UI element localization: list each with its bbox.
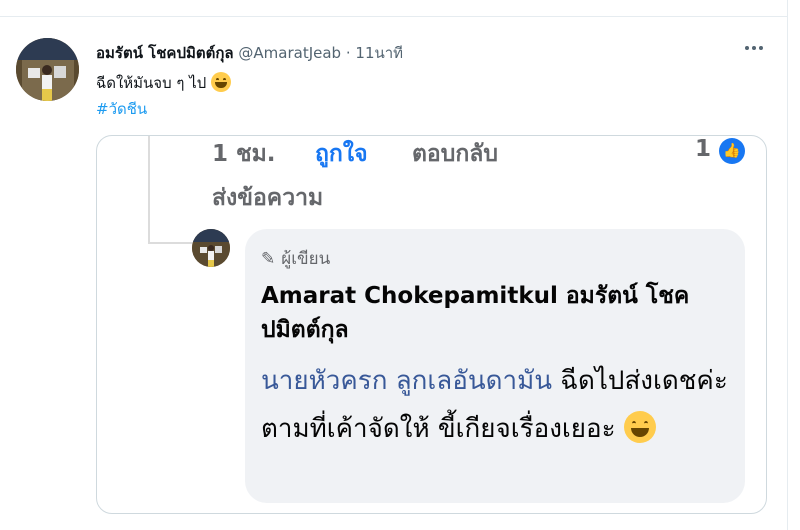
tweet-timestamp[interactable]: 11นาที — [355, 44, 403, 62]
thread-connector — [148, 242, 194, 244]
send-message-link: ส่งข้อความ — [212, 185, 324, 211]
reply-avatar — [192, 229, 230, 267]
tweet-text-content: ฉีดให้มันจบ ๆ ไป — [96, 74, 207, 92]
author-handle[interactable]: @AmaratJeab — [238, 44, 341, 62]
grinning-emoji-icon — [211, 72, 232, 92]
reaction-count: 1 — [695, 136, 712, 162]
reply-link: ตอบกลับ — [412, 141, 498, 167]
author-badge: ✎ ผู้เขียน — [261, 245, 330, 272]
reply-comment-text: นายหัวครก ลูกเลอันดามัน ฉีดไปส่งเดชค่ะ ต… — [261, 357, 741, 453]
reply-author-name: Amarat Chokepamitkul อมรัตน์ โชคปมิตต์กุ… — [261, 283, 690, 343]
reply-comment-bubble: ✎ ผู้เขียน Amarat Chokepamitkul อมรัตน์ โ… — [245, 229, 745, 503]
like-reaction-icon: 👍 — [719, 138, 745, 164]
tweet-header: อมรัตน์ โชคปมิตต์กุล @AmaratJeab · 11นาท… — [96, 41, 403, 65]
right-divider — [787, 0, 788, 530]
author-avatar[interactable] — [16, 38, 79, 101]
hashtag-link[interactable]: #วัดชีน — [96, 97, 147, 121]
top-divider — [0, 0, 788, 17]
comment-meta-row: 1 ชม. ถูกใจ ตอบกลับ — [212, 136, 498, 172]
attached-image-card[interactable]: 1 ชม. ถูกใจ ตอบกลับ 1 👍 ส่งข้อความ ✎ ผู้เ… — [96, 135, 767, 514]
thread-line — [148, 136, 150, 244]
more-icon[interactable] — [742, 38, 766, 58]
author-name[interactable]: อมรัตน์ โชคปมิตต์กุล — [96, 44, 234, 62]
comment-time: 1 ชม. — [212, 141, 276, 167]
separator: · — [345, 44, 351, 62]
author-badge-label: ผู้เขียน — [281, 249, 331, 269]
like-link: ถูกใจ — [315, 141, 368, 167]
reply-mentions: นายหัวครก ลูกเลอันดามัน — [261, 366, 552, 396]
grinning-emoji-icon — [623, 411, 656, 443]
tweet-text: ฉีดให้มันจบ ๆ ไป — [96, 71, 232, 95]
pencil-icon: ✎ — [261, 249, 276, 269]
